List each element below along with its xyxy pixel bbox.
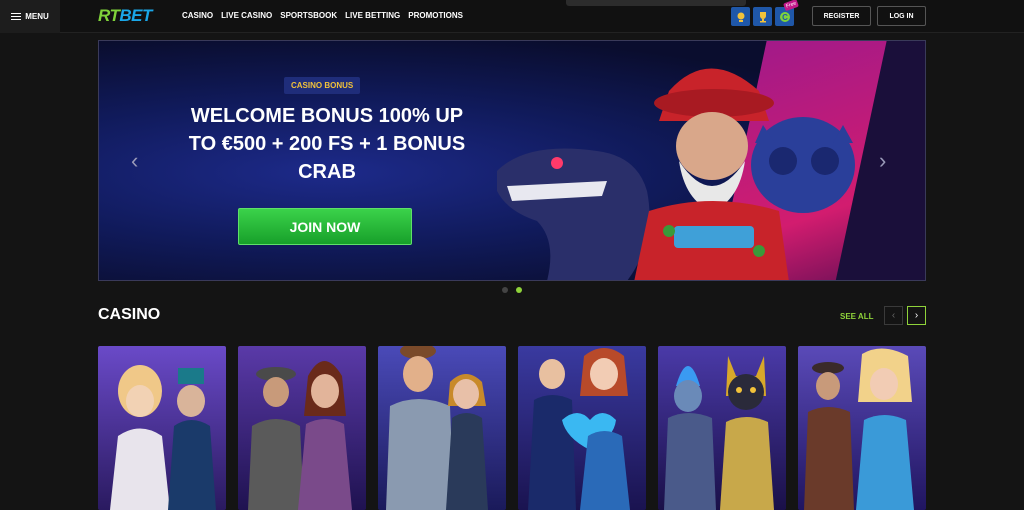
menu-label: MENU [25,12,49,21]
game-thumbnail-image [98,346,226,510]
cup-icon[interactable] [753,7,772,26]
game-tile-detective[interactable] [378,346,506,510]
nav-live-betting[interactable]: LIVE BETTING [345,11,400,20]
promo-banner: ‹ › CASINO BONUS WELCOME BONUS 100% UP T… [98,40,926,281]
free-tag: Free [782,0,799,12]
banner-dot-2[interactable] [516,287,522,293]
game-tile-royal-romance[interactable] [518,346,646,510]
nav-casino[interactable]: CASINO [182,11,213,20]
banner-prev-arrow[interactable]: ‹ [131,148,138,174]
casino-next-button[interactable]: › [907,306,926,325]
pirate-character-image [634,68,789,280]
banner-next-arrow[interactable]: › [879,148,886,174]
game-tile-explorers[interactable] [238,346,366,510]
casino-section-title: CASINO [98,306,161,323]
banner-headline: WELCOME BONUS 100% UP TO €500 + 200 FS +… [188,105,466,183]
game-thumbnail-image [658,346,786,510]
nav-live-casino[interactable]: LIVE CASINO [221,11,272,20]
game-tile-egyptian-cat[interactable] [658,346,786,510]
trophy-icon[interactable] [731,7,750,26]
casino-game-list [98,346,926,510]
register-button[interactable]: REGISTER [812,6,871,26]
top-strip [566,0,746,6]
nav-sportsbook[interactable]: SPORTSBOOK [280,11,337,20]
nav-promotions[interactable]: PROMOTIONS [408,11,463,20]
game-thumbnail-image [378,346,506,510]
see-all-link[interactable]: SEE ALL [840,312,873,321]
game-thumbnail-image [238,346,366,510]
header-icons: C Free [731,0,799,26]
game-tile-goddess[interactable] [98,346,226,510]
menu-button[interactable]: MENU [0,0,60,33]
svg-text:C: C [782,13,788,22]
game-thumbnail-image [518,346,646,510]
coin-icon[interactable]: C Free [775,0,799,26]
login-button[interactable]: LOG IN [877,6,926,26]
banner-pagination [502,287,522,293]
top-bar: MENU RTBET CASINO LIVE CASINO SPORTSBOOK… [0,0,1024,33]
game-thumbnail-image [798,346,926,510]
join-now-button[interactable]: JOIN NOW [238,208,412,245]
logo[interactable]: RTBET [98,6,152,26]
banner-dot-1[interactable] [502,287,508,293]
game-tile-adventurers[interactable] [798,346,926,510]
main-nav: CASINO LIVE CASINO SPORTSBOOK LIVE BETTI… [182,11,463,20]
casino-prev-button[interactable]: ‹ [884,306,903,325]
casino-bonus-badge: CASINO BONUS [284,77,361,94]
hamburger-icon [11,12,22,21]
